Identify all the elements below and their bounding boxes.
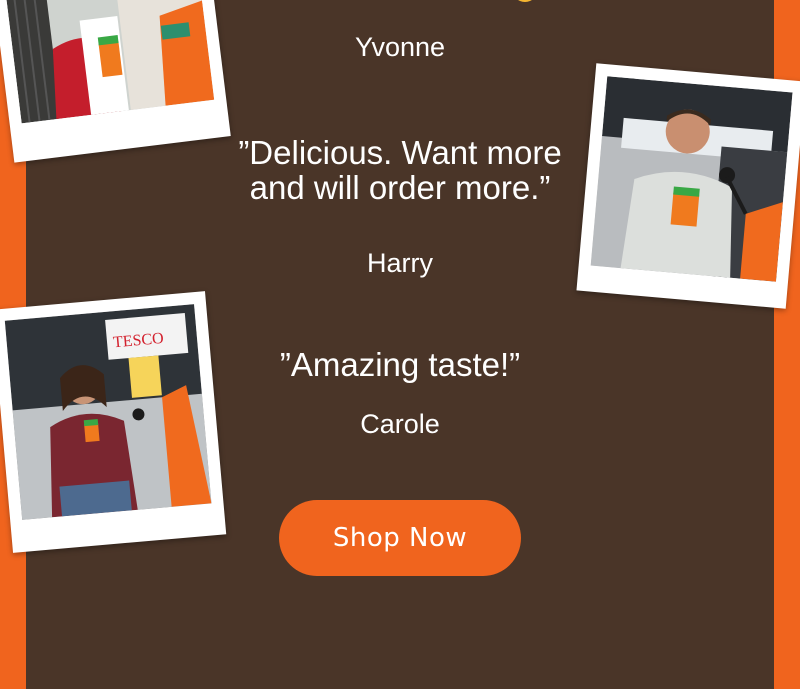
heading-cropped [250, 0, 550, 4]
customer-photo-harry [576, 63, 800, 309]
testimonial-quote-carole: ”Amazing taste!” [279, 346, 521, 383]
reviewer-name-carole: Carole [360, 409, 440, 439]
shop-now-button[interactable]: Shop Now [279, 500, 521, 576]
smile-emoji-icon [512, 0, 538, 2]
reviewer-name-yvonne: Yvonne [354, 32, 446, 62]
